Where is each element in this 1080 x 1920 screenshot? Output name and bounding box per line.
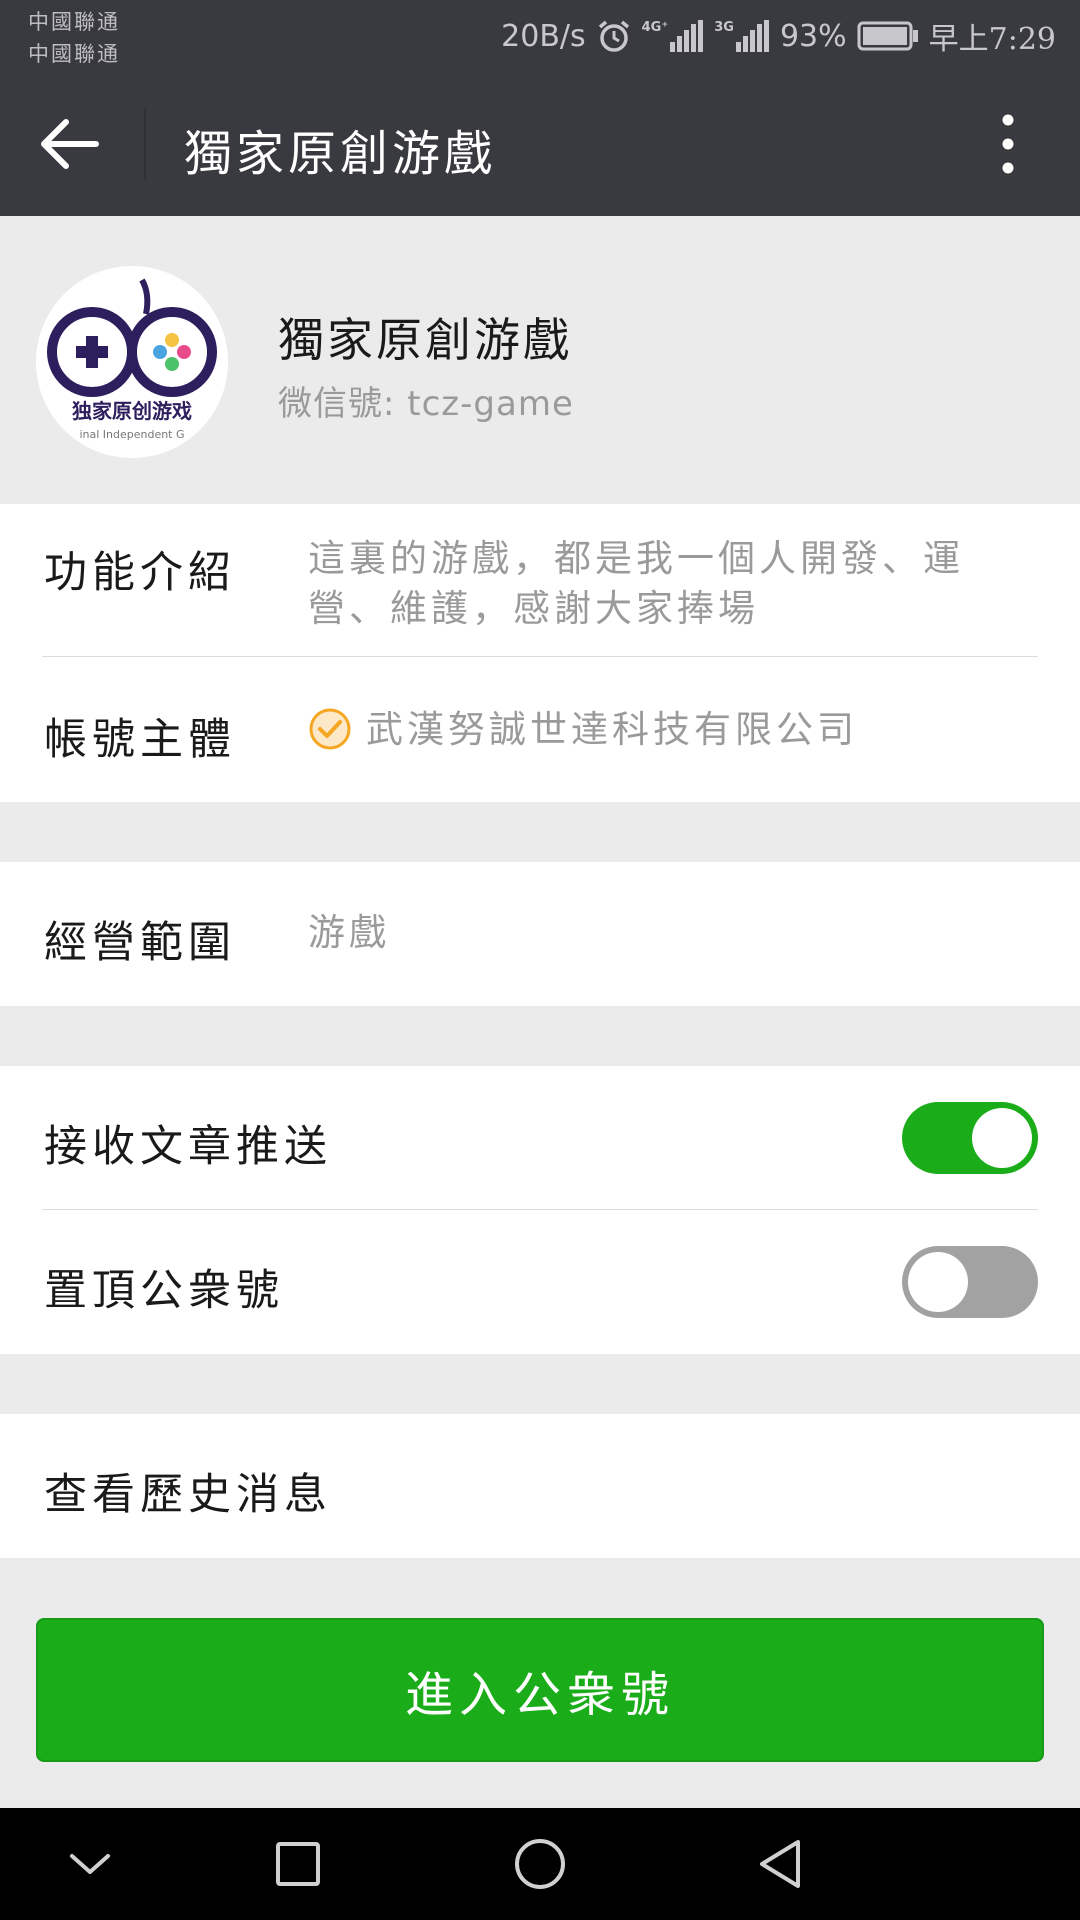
settings-section: 接收文章推送 置頂公衆號 — [0, 1066, 1080, 1354]
recents-square-icon[interactable] — [274, 1836, 322, 1892]
row-divider — [42, 1209, 1038, 1210]
wechat-id: 微信號: tcz-game — [278, 384, 574, 424]
signal-icon — [670, 20, 704, 52]
scope-label: 經營範圍 — [44, 918, 236, 968]
network-type-2: 3G — [714, 20, 734, 35]
info-section: 功能介紹 這裏的游戲，都是我一個人開發、運 營、維護，感謝大家捧場 帳號主體 武… — [0, 504, 1080, 802]
account-name: 獨家原創游戲 — [278, 313, 572, 367]
net-speed: 20B/s — [501, 18, 586, 54]
system-nav-bar — [0, 1808, 1080, 1920]
history-label: 查看歷史消息 — [44, 1470, 332, 1520]
pin-account-label: 置頂公衆號 — [44, 1266, 284, 1316]
battery-icon — [857, 21, 918, 51]
chevron-down-icon[interactable] — [66, 1836, 114, 1892]
intro-line-2: 營、維護，感謝大家捧場 — [308, 587, 759, 630]
history-row[interactable]: 查看歷史消息 — [0, 1414, 1080, 1558]
clock: 早上7:29 — [928, 22, 1056, 57]
home-circle-icon[interactable] — [512, 1836, 568, 1892]
signal-icon — [735, 20, 769, 52]
avatar-text: 独家原创游戏 — [72, 399, 192, 423]
pin-account-toggle[interactable] — [902, 1246, 1038, 1318]
more-options-icon[interactable] — [992, 112, 1024, 176]
alarm-icon — [598, 20, 629, 52]
enter-account-button[interactable]: 進入公衆號 — [36, 1618, 1044, 1762]
profile-header: 独家原创游戏 inal Independent G 獨家原創游戲 微信號: tc… — [0, 216, 1080, 504]
battery-percent: 93% — [779, 18, 847, 54]
status-indicators: 20B/s 4G⁺ 3G 93% 早上7:29 — [501, 14, 1056, 58]
intro-value: 這裏的游戲，都是我一個人開發、運 營、維護，感謝大家捧場 — [308, 534, 1048, 634]
receive-articles-toggle[interactable] — [902, 1102, 1038, 1174]
avatar[interactable]: 独家原创游戏 inal Independent G — [36, 266, 228, 458]
intro-line-1: 這裏的游戲，都是我一個人開發、運 — [308, 537, 964, 580]
gamepad-logo-icon: 独家原创游戏 inal Independent G — [47, 278, 217, 441]
carrier-label-2: 中國聯通 — [28, 42, 120, 66]
signal-group-1: 4G⁺ — [642, 20, 705, 52]
network-type-1: 4G⁺ — [641, 20, 669, 35]
signal-group-2: 3G — [714, 20, 770, 52]
scope-section: 經營範圍 游戲 — [0, 862, 1080, 1006]
intro-label: 功能介紹 — [44, 548, 236, 598]
title-bar: 獨家原創游戲 — [0, 72, 1080, 216]
back-triangle-icon[interactable] — [754, 1836, 806, 1892]
toggle-knob — [972, 1108, 1032, 1168]
title-divider — [144, 108, 146, 180]
status-bar: 中國聯通 中國聯通 20B/s 4G⁺ 3G 93% 早上7:29 — [0, 0, 1080, 72]
scope-value: 游戲 — [308, 911, 390, 954]
owner-row[interactable]: 帳號主體 武漢努誠世達科技有限公司 — [0, 657, 1080, 802]
toggle-knob — [908, 1252, 968, 1312]
owner-label: 帳號主體 — [44, 715, 236, 765]
owner-value: 武漢努誠世達科技有限公司 — [366, 708, 858, 751]
page-title: 獨家原創游戲 — [184, 126, 497, 182]
verified-check-icon — [309, 708, 351, 750]
back-arrow-icon[interactable] — [40, 118, 100, 170]
receive-articles-label: 接收文章推送 — [44, 1122, 332, 1172]
carrier-label-1: 中國聯通 — [28, 10, 120, 34]
avatar-subtext: inal Independent G — [79, 428, 184, 441]
